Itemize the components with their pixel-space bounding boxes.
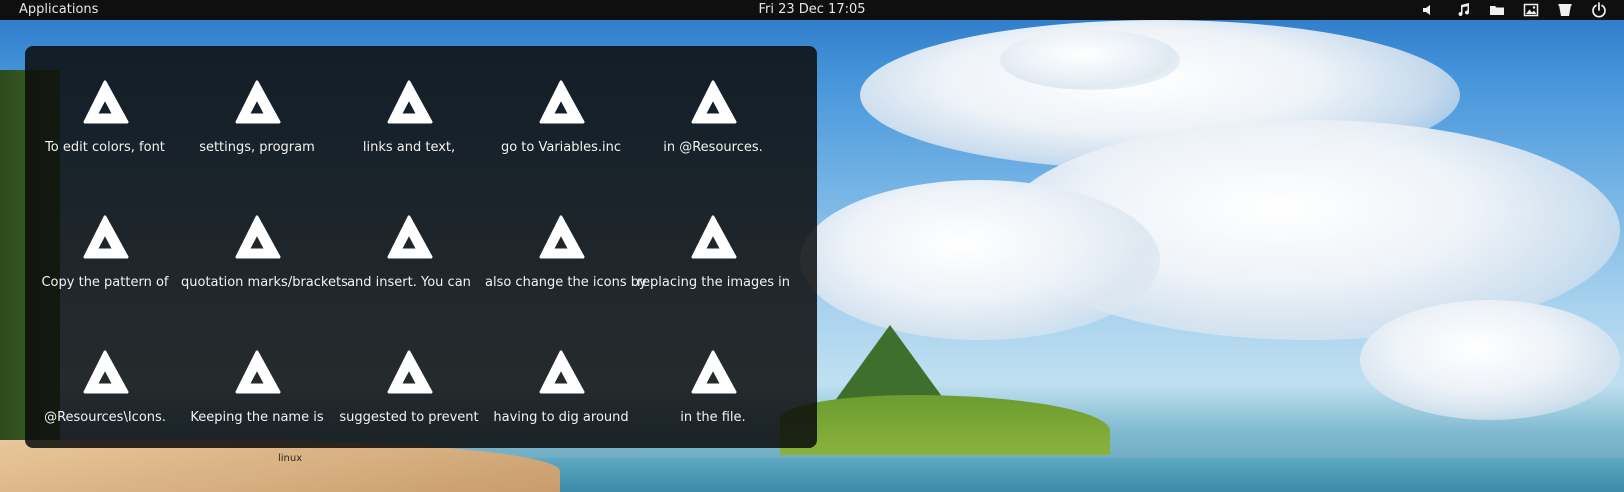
image-icon[interactable] <box>1514 0 1548 20</box>
tile-label: replacing the images in <box>637 275 790 290</box>
tile-label: and insert. You can <box>347 275 471 290</box>
app-triangle-icon <box>691 350 737 394</box>
tile-label: suggested to prevent <box>339 410 479 425</box>
launcher-tile[interactable]: having to dig around <box>485 346 637 446</box>
clock[interactable]: Fri 23 Dec 17:05 <box>758 2 865 17</box>
tile-label: quotation marks/brackets <box>181 275 348 290</box>
app-triangle-icon <box>387 350 433 394</box>
trash-icon[interactable] <box>1548 0 1582 20</box>
clock-container: Fri 23 Dec 17:05 <box>0 0 1624 20</box>
launcher-tile[interactable]: in @Resources. <box>637 76 789 176</box>
tile-label: Keeping the name is <box>190 410 324 425</box>
app-triangle-icon <box>235 350 281 394</box>
launcher-tile[interactable]: go to Variables.inc <box>485 76 637 176</box>
applications-menu[interactable]: Applications <box>19 0 98 20</box>
volume-icon[interactable] <box>1412 0 1446 20</box>
launcher-tile[interactable]: replacing the images in <box>637 211 790 311</box>
tile-label: go to Variables.inc <box>500 140 622 155</box>
app-triangle-icon <box>235 80 281 124</box>
launcher-tile[interactable]: To edit colors, font <box>29 76 181 176</box>
wallpaper-cloud <box>1360 300 1620 420</box>
launcher-tile[interactable]: quotation marks/brackets <box>181 211 348 311</box>
wallpaper-trees <box>780 395 1110 455</box>
tile-label: settings, program <box>199 140 315 155</box>
launcher-tile[interactable]: settings, program <box>181 76 333 176</box>
tile-label: in @Resources. <box>663 140 763 155</box>
system-tray <box>1412 0 1616 20</box>
wallpaper-cloud <box>800 180 1160 340</box>
app-triangle-icon <box>83 350 129 394</box>
wallpaper-cloud <box>1000 30 1180 90</box>
tile-label: Copy the pattern of <box>41 275 169 290</box>
app-triangle-icon <box>387 215 433 259</box>
tile-label: in the file. <box>680 410 746 425</box>
folder-icon[interactable] <box>1480 0 1514 20</box>
launcher-tile[interactable]: suggested to prevent <box>333 346 485 446</box>
music-icon[interactable] <box>1446 0 1480 20</box>
app-triangle-icon <box>539 215 585 259</box>
tile-label: having to dig around <box>493 410 629 425</box>
launcher-tile[interactable]: and insert. You can <box>333 211 485 311</box>
launcher-tile[interactable]: @Resources\Icons. <box>29 346 181 446</box>
launcher-tile[interactable]: links and text, <box>333 76 485 176</box>
tile-label: @Resources\Icons. <box>44 410 166 425</box>
app-triangle-icon <box>691 80 737 124</box>
tile-label: To edit colors, font <box>45 140 165 155</box>
app-triangle-icon <box>387 80 433 124</box>
app-triangle-icon <box>235 215 281 259</box>
app-triangle-icon <box>83 215 129 259</box>
top-panel: Applications Fri 23 Dec 17:05 <box>0 0 1624 20</box>
app-triangle-icon <box>539 80 585 124</box>
tile-label: also change the icons by <box>485 275 647 290</box>
desktop-label: linux <box>278 453 303 464</box>
launcher-tile[interactable]: also change the icons by <box>485 211 647 311</box>
launcher-tile[interactable]: Copy the pattern of <box>29 211 181 311</box>
power-icon[interactable] <box>1582 0 1616 20</box>
app-triangle-icon <box>539 350 585 394</box>
launcher-tile[interactable]: Keeping the name is <box>181 346 333 446</box>
launcher-panel: To edit colors, font settings, program l… <box>25 46 817 448</box>
tile-label: links and text, <box>362 140 456 155</box>
app-triangle-icon <box>691 215 737 259</box>
desktop-screen: Applications Fri 23 Dec 17:05 To edit co… <box>0 0 1624 492</box>
app-triangle-icon <box>83 80 129 124</box>
launcher-tile[interactable]: in the file. <box>637 346 789 446</box>
